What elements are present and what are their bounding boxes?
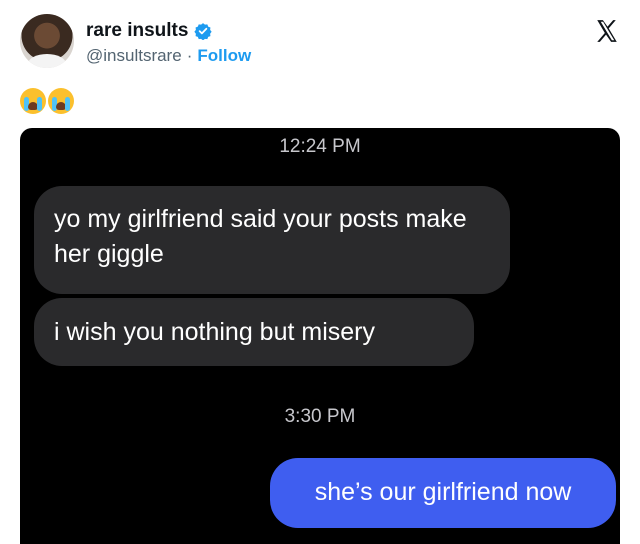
author-display-name[interactable]: rare insults (86, 20, 188, 42)
author-name-row: rare insults (86, 20, 213, 42)
avatar[interactable] (20, 14, 74, 68)
incoming-message-bubble: i wish you nothing but misery (34, 298, 474, 366)
tweet-text: 😭😭 (20, 86, 76, 114)
loudly-crying-face-emoji (20, 87, 46, 114)
chat-timestamp: 12:24 PM (279, 136, 361, 157)
follow-button[interactable]: Follow (197, 46, 251, 66)
verified-badge-icon (194, 23, 213, 40)
tweet-header: rare insults @insultsrare · Follow (20, 14, 620, 70)
x-logo-icon[interactable] (594, 18, 620, 44)
separator-dot: · (186, 46, 193, 65)
embedded-chat-screenshot: 12:24 PM yo my girlfriend said your post… (20, 128, 620, 544)
outgoing-message-bubble: she’s our girlfriend now (270, 458, 616, 528)
author-handle-row: @insultsrare · Follow (86, 46, 251, 66)
loudly-crying-face-emoji (48, 87, 74, 114)
chat-timestamp: 3:30 PM (284, 406, 356, 427)
author-handle[interactable]: @insultsrare (86, 46, 182, 66)
avatar-shirt (28, 54, 66, 68)
incoming-message-bubble: yo my girlfriend said your posts make he… (34, 186, 510, 294)
